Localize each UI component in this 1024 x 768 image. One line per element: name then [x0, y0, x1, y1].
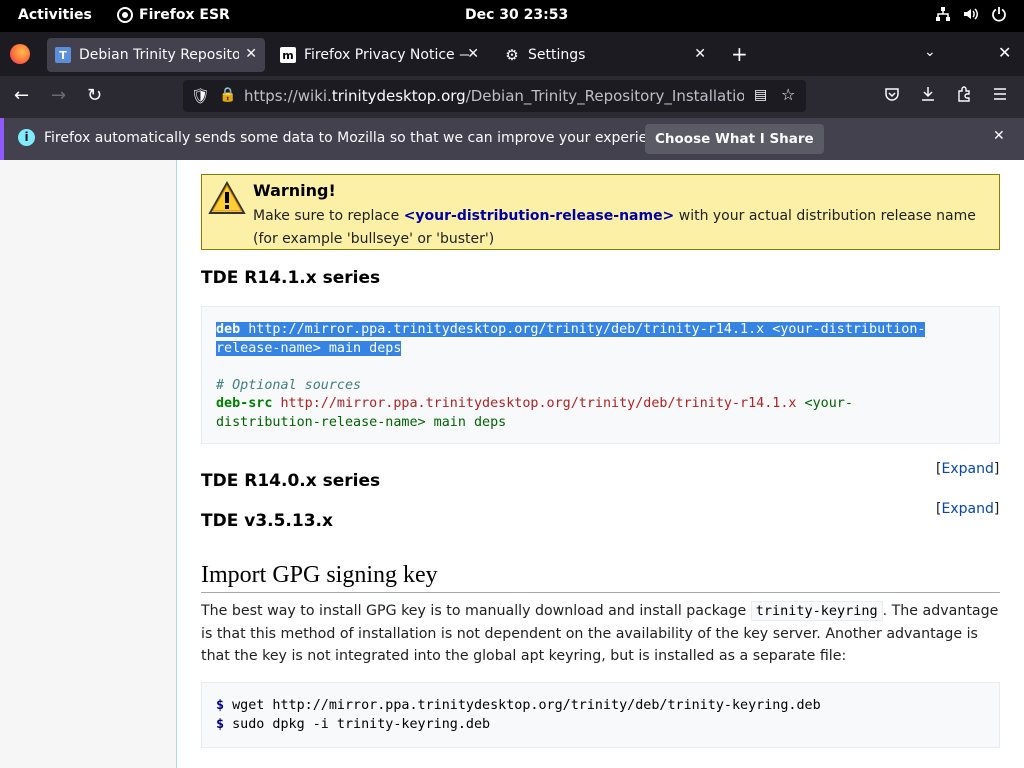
- warning-triangle-icon: [208, 181, 246, 214]
- warning-text: Make sure to replace <your-distribution-…: [253, 208, 976, 247]
- app-name: Firefox ESR: [139, 7, 230, 23]
- page-content: Warning! Make sure to replace <your-dist…: [0, 160, 1024, 768]
- notification-message: Firefox automatically sends some data to…: [44, 130, 677, 146]
- gnome-top-bar: Activities Firefox ESR Dec 30 23:53: [0, 0, 1024, 32]
- tab-label: Settings: [528, 47, 586, 63]
- heading-v35: TDE v3.5.13.x: [201, 511, 333, 531]
- bookmark-star-icon[interactable]: ☆: [781, 85, 795, 104]
- warning-box: Warning! Make sure to replace <your-dist…: [201, 174, 1000, 250]
- code-block-sources[interactable]: deb http://mirror.ppa.trinitydesktop.org…: [201, 306, 1000, 444]
- expand-link[interactable]: Expand: [941, 461, 993, 477]
- close-icon[interactable]: ✕: [993, 128, 1005, 144]
- hamburger-menu-icon[interactable]: [992, 86, 1008, 106]
- reader-view-icon[interactable]: ▤: [754, 87, 767, 103]
- expand-link[interactable]: Expand: [941, 501, 993, 517]
- lock-icon[interactable]: 🔒: [219, 87, 236, 103]
- tab-label: Debian Trinity Repository: [79, 47, 239, 63]
- navigation-toolbar: ← → ↻ 🛡 🔒 https://wiki.trinitydesktop.or…: [0, 76, 1024, 118]
- tracking-shield-icon[interactable]: 🛡: [191, 87, 210, 105]
- url-bar[interactable]: 🛡 🔒 https://wiki.trinitydesktop.org/Debi…: [183, 80, 806, 112]
- firefox-app-icon: [117, 7, 133, 23]
- close-icon[interactable]: ✕: [467, 46, 479, 62]
- mozilla-favicon-icon: m: [280, 47, 296, 63]
- clock[interactable]: Dec 30 23:53: [465, 7, 568, 23]
- activities-button[interactable]: Activities: [18, 7, 92, 23]
- choose-what-i-share-button[interactable]: Choose What I Share: [645, 124, 824, 154]
- list-all-tabs-chevron-down-icon[interactable]: ⌄: [924, 44, 936, 60]
- expand-r140: [Expand]: [936, 461, 1000, 477]
- volume-icon[interactable]: [962, 6, 980, 24]
- close-icon[interactable]: ✕: [694, 46, 706, 62]
- notification-accent-bar: [0, 118, 4, 160]
- new-tab-plus-icon[interactable]: +: [731, 42, 748, 66]
- tab-settings[interactable]: ⚙ Settings ✕: [496, 38, 714, 72]
- network-icon[interactable]: [934, 6, 952, 24]
- tab-strip: T Debian Trinity Repository ✕ m Firefox …: [0, 32, 1024, 76]
- tab-firefox-privacy[interactable]: m Firefox Privacy Notice — I ✕: [272, 38, 487, 72]
- heading-r141: TDE R14.1.x series: [201, 268, 381, 288]
- close-icon[interactable]: ✕: [245, 46, 257, 62]
- system-tray[interactable]: [934, 6, 1008, 24]
- pocket-icon[interactable]: [884, 86, 900, 106]
- extensions-puzzle-icon[interactable]: [956, 86, 972, 106]
- back-arrow-icon[interactable]: ←: [14, 86, 29, 106]
- info-icon: i: [18, 129, 35, 146]
- tab-label: Firefox Privacy Notice — I: [304, 47, 469, 63]
- window-close-icon[interactable]: ✕: [998, 43, 1011, 62]
- trinity-favicon-icon: T: [55, 47, 71, 63]
- app-menu[interactable]: Firefox ESR: [117, 7, 230, 23]
- heading-r140: TDE R14.0.x series: [201, 471, 381, 491]
- forward-arrow-icon[interactable]: →: [51, 86, 66, 106]
- warning-title: Warning!: [253, 181, 336, 200]
- firefox-view-icon[interactable]: [10, 44, 30, 64]
- wiki-sidebar: [0, 160, 177, 768]
- gpg-paragraph: The best way to install GPG key is to ma…: [201, 601, 999, 665]
- tab-debian-trinity[interactable]: T Debian Trinity Repository ✕: [47, 38, 265, 72]
- downloads-icon[interactable]: [920, 86, 936, 106]
- heading-import-gpg: Import GPG signing key: [201, 562, 1000, 593]
- inline-code: trinity-keyring: [750, 601, 883, 621]
- gear-icon: ⚙: [505, 46, 519, 64]
- reload-icon[interactable]: ↻: [87, 86, 102, 106]
- code-block-gpg[interactable]: $ wget http://mirror.ppa.trinitydesktop.…: [201, 682, 1000, 748]
- data-reporting-notification: i Firefox automatically sends some data …: [0, 118, 1024, 160]
- url-text[interactable]: https://wiki.trinitydesktop.org/Debian_T…: [244, 87, 744, 105]
- expand-v35: [Expand]: [936, 501, 1000, 517]
- power-icon[interactable]: [990, 6, 1008, 24]
